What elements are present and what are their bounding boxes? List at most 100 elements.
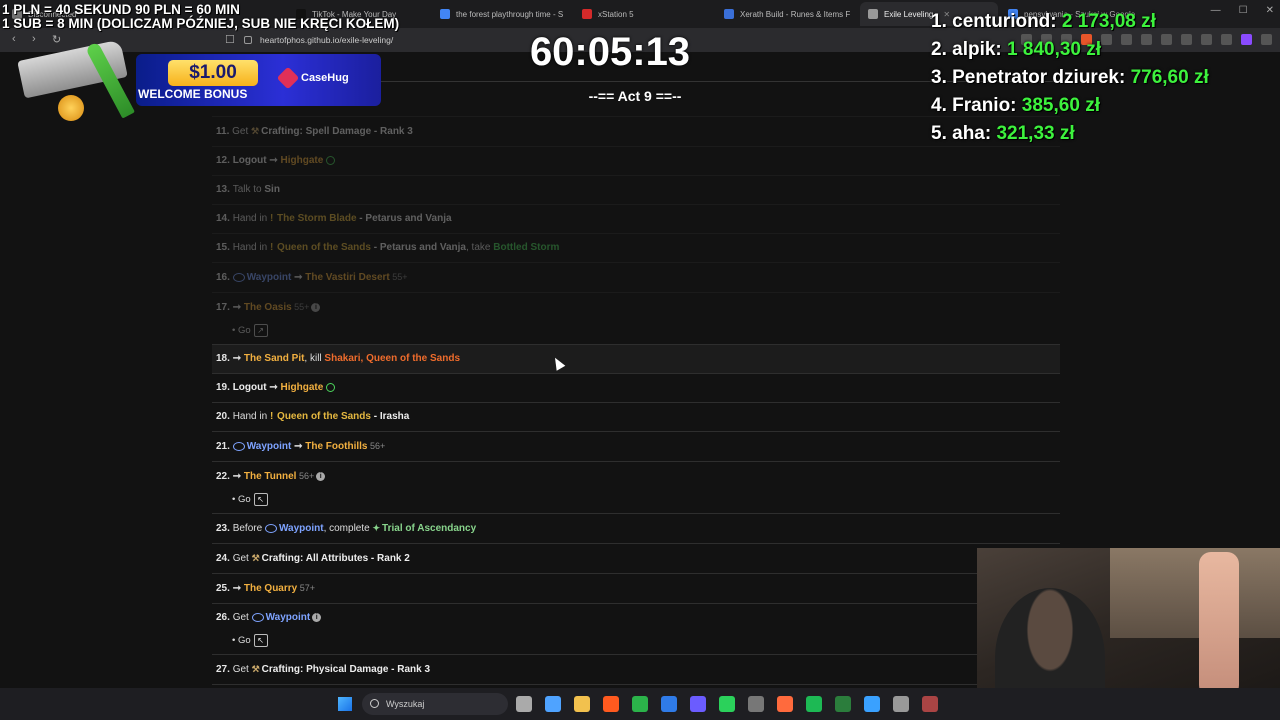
tab-title: Exile Leveling xyxy=(884,9,934,19)
wallet-icon[interactable] xyxy=(1221,34,1232,45)
taskbar-app-icon[interactable] xyxy=(835,696,851,712)
taskbar-app-icon[interactable] xyxy=(661,696,677,712)
taskbar-app-icon[interactable] xyxy=(719,696,735,712)
route-step[interactable]: 27. Get ⚒ Crafting: Physical Damage - Ra… xyxy=(212,654,977,684)
route-step[interactable]: 17. ➞ The Oasis 55+ i • Go ↗ xyxy=(212,292,1060,344)
back-icon[interactable]: ‹ xyxy=(12,33,16,45)
browser-tab[interactable]: xStation 5 xyxy=(574,2,712,26)
screen: Disconnected TikTok - Make Your Day the fo… xyxy=(0,0,1280,720)
taskbar-app-icon[interactable] xyxy=(574,696,590,712)
route-step[interactable]: 15. Hand in ! Queen of the Sands - Petar… xyxy=(212,233,1060,262)
route-step[interactable]: 19. Logout ➞ Highgate xyxy=(212,373,1060,402)
taskbar-app-icon[interactable] xyxy=(545,696,561,712)
leaderboard-name: aha: xyxy=(952,123,997,144)
crafting-icon: ⚒ xyxy=(251,553,260,563)
step-number: 13. xyxy=(216,184,233,195)
route-step[interactable]: 23. Before Waypoint, complete ✦ Trial of… xyxy=(212,513,1060,543)
area-link[interactable]: The Quarry xyxy=(244,583,297,594)
area-link[interactable]: Highgate xyxy=(281,155,324,166)
area-link[interactable]: The Tunnel xyxy=(244,471,297,482)
taskbar-app-icon[interactable] xyxy=(922,696,938,712)
trial-icon: ✦ xyxy=(372,523,381,533)
waypoint-label[interactable]: Waypoint xyxy=(266,612,311,623)
arrow-icon: ➞ xyxy=(269,382,281,393)
close-icon[interactable]: ✕ xyxy=(1266,5,1274,16)
route-step[interactable]: 25. ➞ The Quarry 57+ xyxy=(212,573,977,603)
npc-name: Logout xyxy=(232,155,270,166)
quest-name: The Storm Blade xyxy=(277,213,357,224)
leaderboard-rank: 4. xyxy=(931,95,953,116)
area-link[interactable]: The Vastiri Desert xyxy=(305,272,389,283)
step-text: Hand in xyxy=(232,411,270,422)
taskbar-search[interactable]: Wyszukaj xyxy=(362,693,508,715)
taskbar-app-icon[interactable] xyxy=(516,696,532,712)
tab-title: the forest playthrough time - S xyxy=(456,9,564,19)
leaderboard-amount: 321,33 zł xyxy=(996,123,1075,144)
waypoint-label[interactable]: Waypoint xyxy=(247,272,292,283)
direction-arrow-icon[interactable]: ↖ xyxy=(253,492,268,506)
tab-title: xStation 5 xyxy=(598,9,634,19)
banner-text: WELCOME BONUS xyxy=(138,87,248,101)
info-icon[interactable]: i xyxy=(312,612,322,622)
direction-arrow-icon[interactable]: ↖ xyxy=(253,633,268,647)
route-steps-list: 11. Get ⚒ Crafting: Spell Damage - Rank … xyxy=(212,116,1060,688)
taskbar-app-icon[interactable] xyxy=(893,696,909,712)
step-number: 22. xyxy=(216,471,233,482)
info-icon[interactable]: i xyxy=(311,302,321,312)
area-link[interactable]: The Foothills xyxy=(305,441,367,452)
taskbar-app-icon[interactable] xyxy=(864,696,880,712)
route-step[interactable]: 14. Hand in ! The Storm Blade - Petarus … xyxy=(212,204,1060,233)
taskbar-app-icon[interactable] xyxy=(806,696,822,712)
maximize-icon[interactable]: ☐ xyxy=(1239,5,1248,16)
npc-name: Crafting: All Attributes - Rank 2 xyxy=(261,553,410,564)
taskbar-app-icon[interactable] xyxy=(603,696,619,712)
crafting-icon: ⚒ xyxy=(251,664,260,674)
waypoint-label[interactable]: Waypoint xyxy=(279,523,324,534)
vpn-icon[interactable] xyxy=(1241,34,1252,45)
coin-icon xyxy=(58,95,84,121)
leaderboard-rank: 5. xyxy=(931,123,953,144)
taskbar-app-icon[interactable] xyxy=(748,696,764,712)
quest-name: Queen of the Sands xyxy=(277,242,371,253)
route-step[interactable]: 26. Get Waypoint i • Go ↖ xyxy=(212,603,977,654)
route-step[interactable]: 22. ➞ The Tunnel 56+ i • Go ↖ xyxy=(212,461,1060,513)
area-link[interactable]: Highgate xyxy=(281,382,324,393)
step-number: 17. xyxy=(216,302,233,313)
npc-name: - Irasha xyxy=(370,411,410,422)
start-button[interactable] xyxy=(338,697,352,711)
browser-tab[interactable]: the forest playthrough time - S xyxy=(432,2,570,26)
go-label: Go xyxy=(237,635,251,646)
area-link[interactable]: The Sand Pit xyxy=(244,353,305,364)
step-substep: • Go ↗ xyxy=(216,322,1056,344)
route-step[interactable]: 12. Logout ➞ Highgate xyxy=(212,146,1060,175)
windows-taskbar: Wyszukaj xyxy=(0,688,1280,720)
donation-rules: 1 PLN = 40 SEKUND 90 PLN = 60 MIN 1 SUB … xyxy=(2,3,399,31)
route-step[interactable]: 21. Waypoint ➞ The Foothills 56+ xyxy=(212,431,1060,461)
taskbar-app-icon[interactable] xyxy=(690,696,706,712)
route-step[interactable]: 16. Waypoint ➞ The Vastiri Desert 55+ xyxy=(212,262,1060,292)
waypoint-label[interactable]: Waypoint xyxy=(247,441,292,452)
route-step[interactable]: 18. ➞ The Sand Pit, kill Shakari, Queen … xyxy=(212,344,1060,373)
route-step[interactable]: 24. Get ⚒ Crafting: All Attributes - Ran… xyxy=(212,543,1060,573)
leaderboard-rank: 1. xyxy=(931,11,953,32)
level-hint: 55+ xyxy=(291,302,310,312)
direction-arrow-icon[interactable]: ↗ xyxy=(253,323,268,337)
tab-favicon-icon xyxy=(582,9,592,19)
step-text: Get xyxy=(232,612,252,623)
info-icon[interactable]: i xyxy=(316,471,326,481)
taskbar-app-icon[interactable] xyxy=(777,696,793,712)
area-link[interactable]: The Oasis xyxy=(244,302,292,313)
arrow-icon: ➞ xyxy=(291,441,306,452)
minimize-icon[interactable]: — xyxy=(1211,5,1221,16)
casehug-banner: $1.00 WELCOME BONUS CaseHug xyxy=(17,39,381,125)
quest-name: Queen of the Sands xyxy=(277,411,371,422)
waypoint-icon xyxy=(251,612,264,622)
route-step[interactable]: 20. Hand in ! Queen of the Sands - Irash… xyxy=(212,402,1060,431)
taskbar-app-icon[interactable] xyxy=(632,696,648,712)
browser-tab[interactable]: Xerath Build - Runes & Items F xyxy=(716,2,856,26)
menu-icon[interactable] xyxy=(1261,34,1272,45)
step-text: , take xyxy=(466,242,494,253)
step-number: 19. xyxy=(216,382,233,393)
step-number: 25. xyxy=(216,583,233,594)
route-step[interactable]: 13. Talk to Sin xyxy=(212,175,1060,204)
